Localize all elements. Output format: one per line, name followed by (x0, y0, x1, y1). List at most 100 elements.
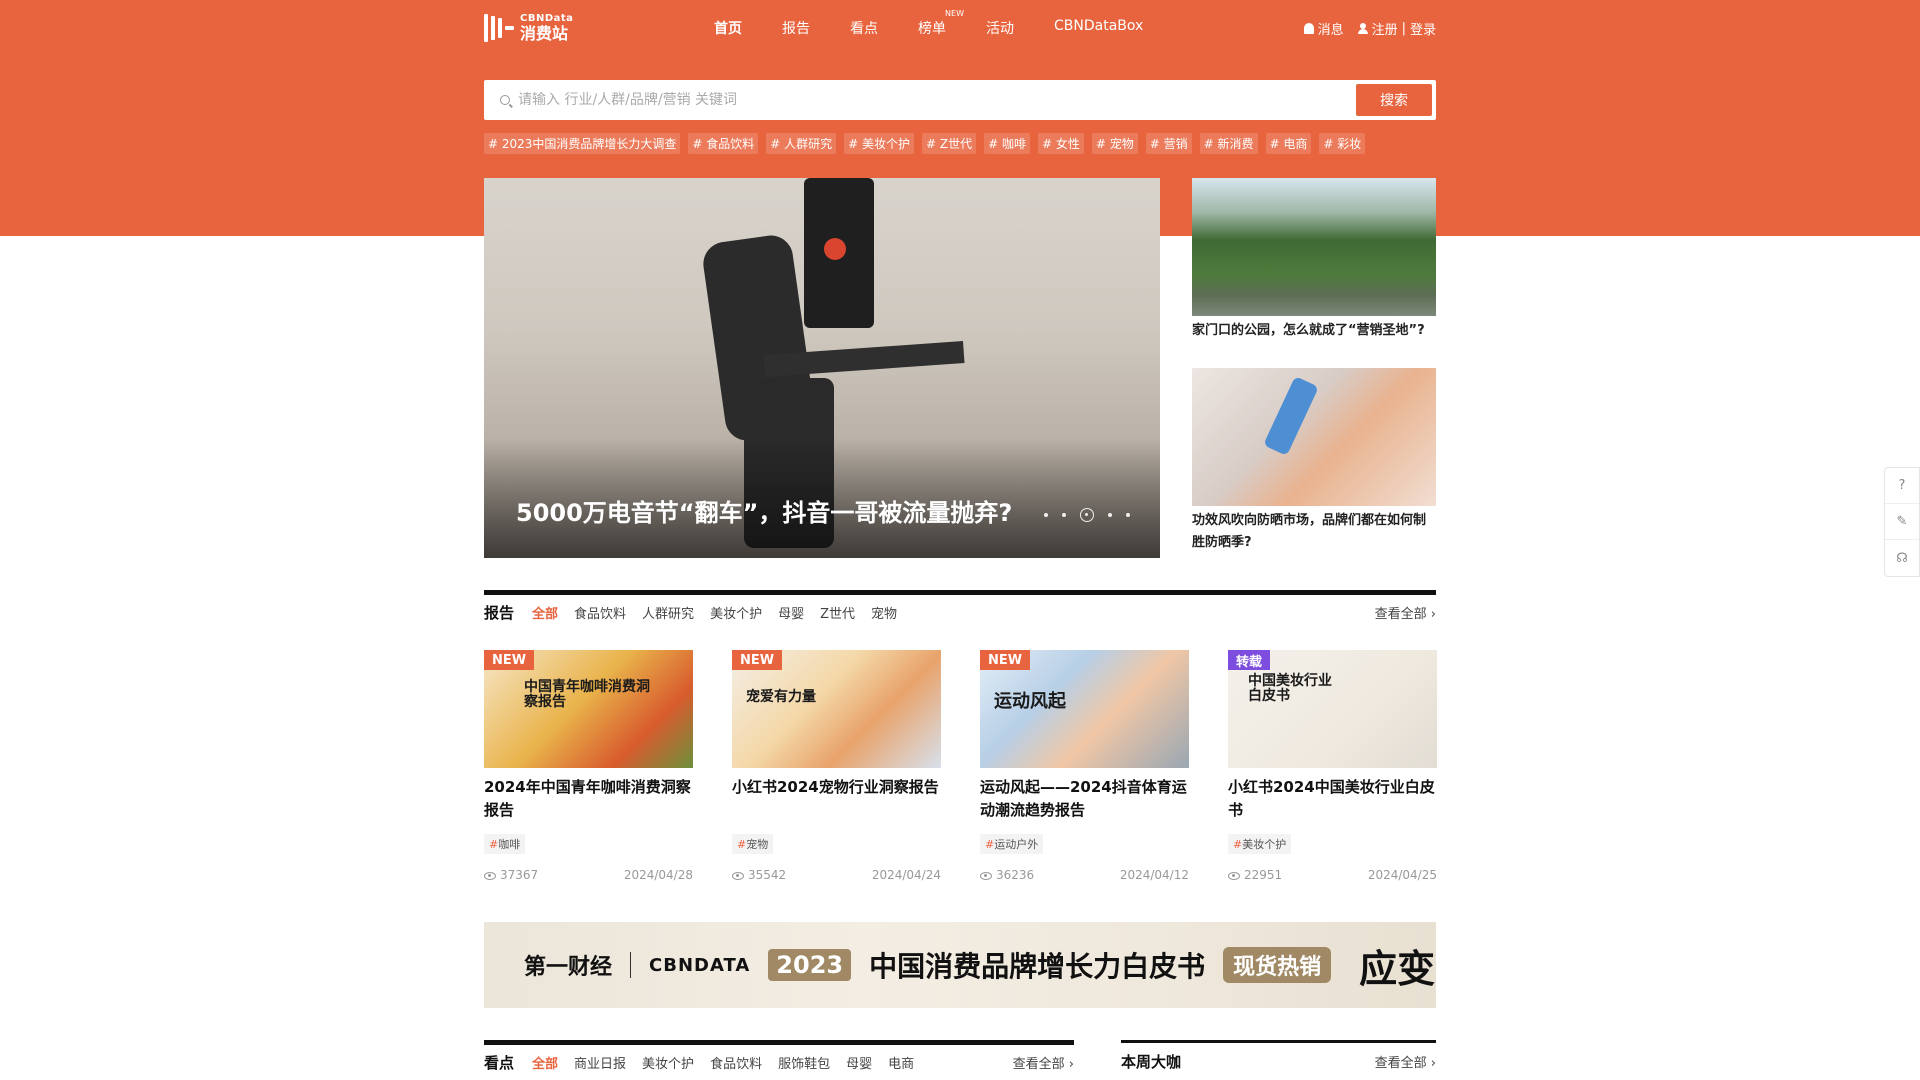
tab-genz[interactable]: Z世代 (820, 603, 855, 622)
cover-text: 中国青年咖啡消费洞察报告 (524, 679, 650, 711)
tab-all[interactable]: 全部 (532, 603, 558, 622)
tab-pets[interactable]: 宠物 (871, 603, 897, 622)
side-article[interactable]: 功效风吹向防晒市场，品牌们都在如何制胜防晒季? (1192, 368, 1436, 554)
kandian-view-all[interactable]: 查看全部 › (1013, 1053, 1074, 1072)
hot-tag[interactable]: # 彩妆 (1319, 133, 1366, 154)
weekly-title: 本周大咖 (1121, 1053, 1182, 1071)
hot-tag[interactable]: # 2023中国消费品牌增长力大调查 (484, 133, 681, 154)
hot-tag[interactable]: # 人群研究 (766, 133, 837, 154)
banner-hot: 现货热销 (1223, 947, 1332, 983)
promo-banner[interactable]: 第一财经 CBNDATA 2023 中国消费品牌增长力白皮书 现货热销 应变 (484, 922, 1436, 1008)
eye-icon (980, 872, 992, 880)
report-cover[interactable]: NEW 中国青年咖啡消费洞察报告 (484, 650, 693, 768)
site-logo[interactable]: CBNData 消费站 (484, 12, 714, 44)
hero-carousel[interactable]: 5000万电音节“翻车”，抖音一哥被流量抛弃? (484, 178, 1160, 558)
report-cover[interactable]: NEW 运动风起 (980, 650, 1189, 768)
hot-tag[interactable]: # 电商 (1265, 133, 1312, 154)
report-meta: 22951 2024/04/25 (1228, 868, 1437, 882)
report-card[interactable]: 转载 中国美妆行业白皮书 小红书2024中国美妆行业白皮书 #美妆个护 2295… (1228, 650, 1437, 882)
nav-events[interactable]: 活动 (986, 18, 1014, 38)
auth-links: 注册 | 登录 (1357, 19, 1436, 38)
view-count: 22951 (1228, 868, 1282, 882)
reports-header: 报告 全部 食品饮料 人群研究 美妆个护 母婴 Z世代 宠物 查看全部 › (484, 590, 1436, 630)
hero-title[interactable]: 5000万电音节“翻车”，抖音一哥被流量抛弃? (516, 493, 1012, 528)
banner-brand-1: 第一财经 (524, 955, 613, 980)
messages-link[interactable]: 消息 (1303, 19, 1344, 38)
tab-baby[interactable]: 母婴 (846, 1053, 872, 1072)
new-badge: NEW (732, 650, 783, 670)
reports-view-all[interactable]: 查看全部 › (1375, 603, 1436, 622)
tab-baby[interactable]: 母婴 (778, 603, 804, 622)
nav-reports[interactable]: 报告 (782, 18, 810, 38)
publish-date: 2024/04/12 (1119, 868, 1189, 882)
nav-rankings[interactable]: 榜单 NEW (918, 9, 964, 38)
eye-icon (1228, 872, 1240, 880)
weekly-view-all[interactable]: 查看全部 › (1375, 1052, 1436, 1071)
help-icon[interactable]: ? (1885, 468, 1919, 504)
report-card[interactable]: NEW 宠爱有力量 小红书2024宠物行业洞察报告 #宠物 35542 2024… (732, 650, 941, 882)
report-tag[interactable]: #美妆个护 (1228, 834, 1292, 854)
tab-all[interactable]: 全部 (532, 1053, 558, 1072)
report-tag[interactable]: #宠物 (732, 834, 774, 854)
report-tag[interactable]: #运动户外 (980, 834, 1044, 854)
hot-tag[interactable]: # 宠物 (1091, 133, 1138, 154)
report-title[interactable]: 小红书2024宠物行业洞察报告 (732, 776, 941, 822)
new-badge: NEW (484, 650, 535, 670)
login-link[interactable]: 登录 (1410, 19, 1436, 38)
report-cover[interactable]: NEW 宠爱有力量 (732, 650, 941, 768)
report-title[interactable]: 小红书2024中国美妆行业白皮书 (1228, 776, 1437, 822)
register-link[interactable]: 注册 (1372, 19, 1398, 38)
hot-tag[interactable]: # 女性 (1038, 133, 1084, 154)
report-title[interactable]: 2024年中国青年咖啡消费洞察报告 (484, 776, 693, 822)
bell-icon (1303, 22, 1314, 34)
feedback-icon[interactable]: ✎ (1885, 504, 1919, 540)
hot-tag[interactable]: # 咖啡 (984, 133, 1031, 154)
nav-cbndatabox[interactable]: CBNDataBox (1054, 18, 1143, 38)
repost-badge: 转载 (1228, 650, 1271, 670)
hot-tag[interactable]: # 营销 (1145, 133, 1192, 154)
view-count: 37367 (484, 868, 538, 882)
logo-text-en: CBNData (520, 13, 574, 24)
tab-food[interactable]: 食品饮料 (710, 1053, 762, 1072)
search-button[interactable]: 搜索 (1356, 84, 1432, 116)
nav-highlights[interactable]: 看点 (850, 18, 878, 38)
report-card[interactable]: NEW 运动风起 运动风起——2024抖音体育运动潮流趋势报告 #运动户外 36… (980, 650, 1189, 882)
tab-ecommerce[interactable]: 电商 (888, 1053, 914, 1072)
hot-tag[interactable]: # 食品饮料 (688, 133, 759, 154)
kandian-header: 看点 全部 商业日报 美妆个护 食品饮料 服饰鞋包 母婴 电商 查看全部 › (484, 1040, 1074, 1080)
kandian-title: 看点 (484, 1054, 515, 1072)
tab-daily[interactable]: 商业日报 (574, 1053, 626, 1072)
weekly-header: 本周大咖 查看全部 › (1121, 1040, 1436, 1080)
hot-tag[interactable]: # 新消费 (1199, 133, 1258, 154)
search-input[interactable] (518, 92, 1356, 108)
user-icon (1357, 22, 1368, 34)
tab-people[interactable]: 人群研究 (642, 603, 694, 622)
tab-fashion[interactable]: 服饰鞋包 (778, 1053, 830, 1072)
side-article-title[interactable]: 家门口的公园，怎么就成了“营销圣地”? (1192, 320, 1436, 342)
side-article[interactable]: 家门口的公园，怎么就成了“营销圣地”? (1192, 178, 1436, 342)
carousel-dot[interactable] (1108, 513, 1112, 517)
nav-home[interactable]: 首页 (714, 18, 742, 38)
carousel-dot[interactable] (1044, 513, 1048, 517)
side-article-title[interactable]: 功效风吹向防晒市场，品牌们都在如何制胜防晒季? (1192, 510, 1436, 554)
hot-tag[interactable]: # 美妆个护 (844, 133, 915, 154)
support-icon[interactable]: ☊ (1885, 540, 1919, 576)
publish-date: 2024/04/28 (623, 868, 693, 882)
carousel-dot[interactable] (1126, 513, 1130, 517)
hot-tags: # 2023中国消费品牌增长力大调查 # 食品饮料 # 人群研究 # 美妆个护 … (484, 133, 1436, 154)
reports-title: 报告 (484, 604, 515, 622)
carousel-dot[interactable] (1062, 513, 1066, 517)
report-card[interactable]: NEW 中国青年咖啡消费洞察报告 2024年中国青年咖啡消费洞察报告 #咖啡 3… (484, 650, 693, 882)
new-badge: NEW (980, 650, 1031, 670)
view-count: 36236 (980, 868, 1034, 882)
report-cover[interactable]: 转载 中国美妆行业白皮书 (1228, 650, 1437, 768)
tab-beauty[interactable]: 美妆个护 (710, 603, 762, 622)
tab-food[interactable]: 食品饮料 (574, 603, 626, 622)
report-tag[interactable]: #咖啡 (484, 834, 526, 854)
hot-tag[interactable]: # Z世代 (922, 133, 977, 154)
messages-label: 消息 (1317, 22, 1344, 38)
report-title[interactable]: 运动风起——2024抖音体育运动潮流趋势报告 (980, 776, 1189, 822)
logo-icon (484, 12, 514, 44)
carousel-dot-active[interactable] (1080, 508, 1094, 522)
tab-beauty[interactable]: 美妆个护 (642, 1053, 694, 1072)
